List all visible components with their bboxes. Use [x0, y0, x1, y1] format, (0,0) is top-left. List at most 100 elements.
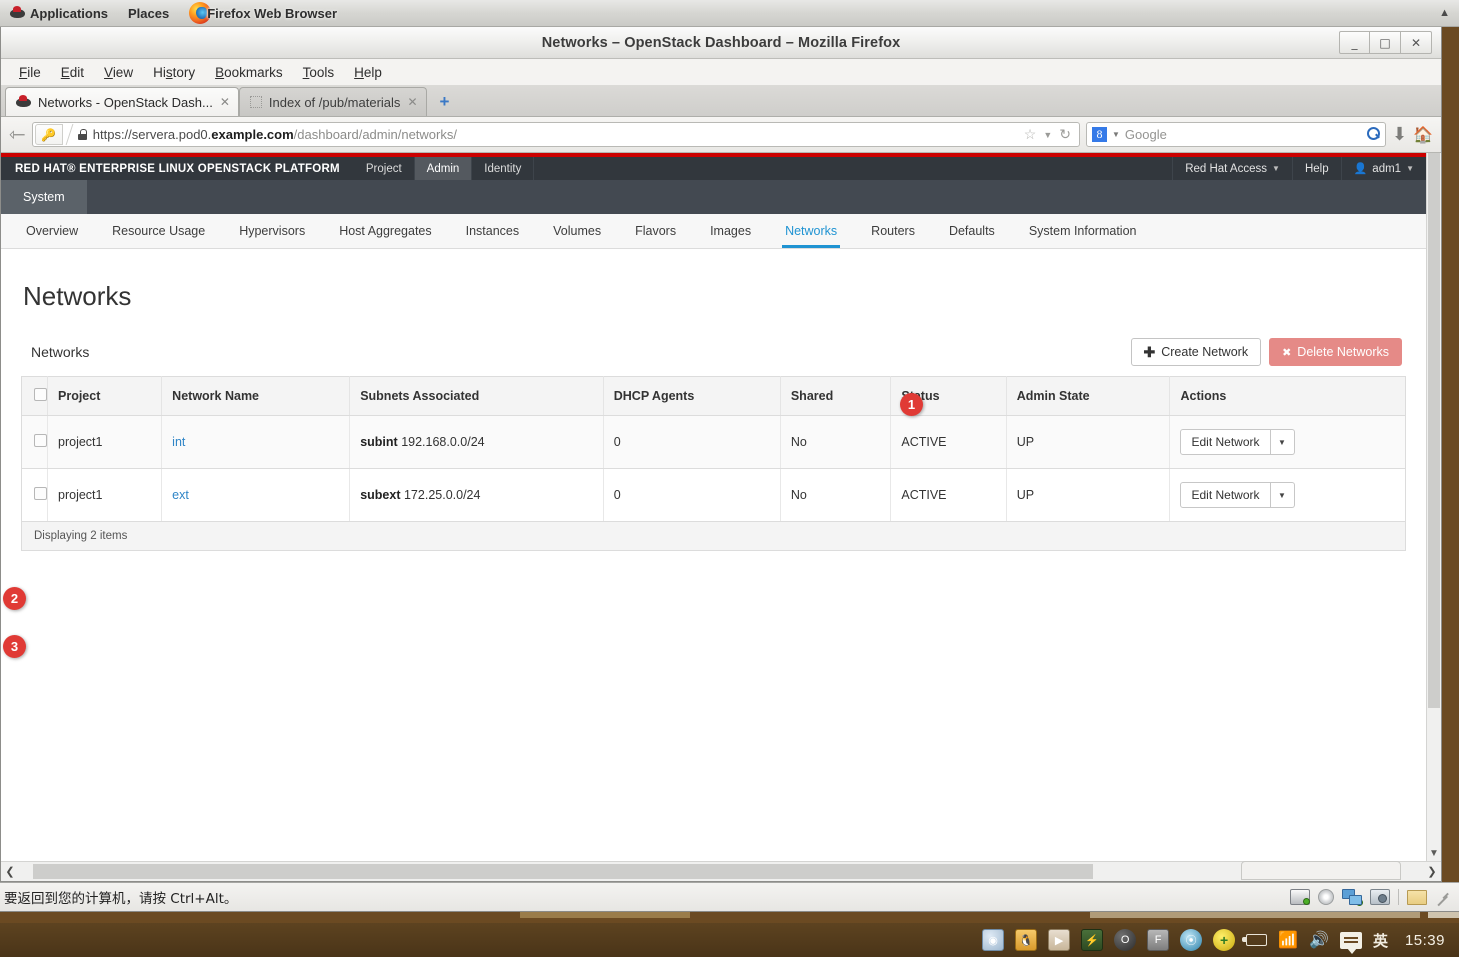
nav-admin[interactable]: Admin — [414, 157, 473, 180]
networks-table: Project Network Name Subnets Associated … — [21, 376, 1406, 522]
vertical-scrollbar-thumb[interactable] — [1428, 153, 1440, 708]
column-subnets-associated[interactable]: Subnets Associated — [349, 376, 604, 416]
tab-host-aggregates[interactable]: Host Aggregates — [322, 214, 448, 248]
nav-project[interactable]: Project — [354, 157, 415, 180]
redhat-access-menu[interactable]: Red Hat Access ▼ — [1172, 157, 1292, 180]
back-arrow-icon[interactable]: ⇽ — [9, 122, 26, 147]
qq-penguin-icon[interactable]: 🐧 — [1015, 929, 1038, 951]
network-link-ext[interactable]: ext — [172, 488, 189, 502]
column-shared[interactable]: Shared — [780, 376, 892, 416]
volume-icon[interactable]: 🔊 — [1309, 930, 1329, 950]
panel-system[interactable]: System — [1, 180, 87, 214]
chevron-left-icon[interactable]: ❮ — [1, 865, 19, 878]
delete-networks-button[interactable]: ✖ Delete Networks — [1269, 338, 1402, 366]
star-icon[interactable]: ☆ — [1024, 126, 1037, 143]
tab-instances[interactable]: Instances — [449, 214, 537, 248]
menu-view[interactable]: View — [94, 63, 143, 82]
taskbar-clock[interactable]: 15:39 — [1405, 932, 1445, 949]
column-network-name[interactable]: Network Name — [161, 376, 351, 416]
maximize-button[interactable]: □ — [1370, 31, 1401, 54]
chevron-down-icon[interactable]: ▼ — [1270, 482, 1295, 508]
f-key-icon[interactable]: F — [1147, 929, 1170, 951]
places-menu[interactable]: Places — [118, 0, 179, 27]
reload-icon[interactable]: ↻ — [1059, 126, 1071, 143]
cell-status: ACTIVE — [890, 468, 1007, 522]
tab-volumes[interactable]: Volumes — [536, 214, 618, 248]
home-icon[interactable]: 🏠 — [1413, 125, 1433, 145]
menu-edit[interactable]: Edit — [51, 63, 94, 82]
window-list-firefox[interactable]: Firefox Web Browser — [179, 0, 347, 27]
menu-file[interactable]: File — [9, 63, 51, 82]
edit-network-button[interactable]: Edit Network — [1180, 429, 1271, 455]
nvidia-icon[interactable]: ⚡ — [1081, 929, 1104, 951]
compass-icon[interactable]: ◉ — [982, 929, 1005, 951]
chevron-down-icon[interactable]: ▼ — [1112, 130, 1120, 139]
opera-icon[interactable]: O — [1114, 929, 1137, 951]
tab-flavors[interactable]: Flavors — [618, 214, 693, 248]
camera-icon[interactable] — [1370, 889, 1390, 905]
shared-folder-icon[interactable] — [1407, 889, 1427, 905]
column-admin-state[interactable]: Admin State — [1006, 376, 1171, 416]
edit-network-button[interactable]: Edit Network — [1180, 482, 1271, 508]
browser-icon[interactable]: ⦿ — [1180, 929, 1203, 951]
help-link[interactable]: Help — [1291, 157, 1341, 180]
select-all-checkbox[interactable] — [34, 388, 47, 401]
magnifier-icon[interactable] — [1366, 126, 1380, 143]
menu-bookmarks[interactable]: Bookmarks — [205, 63, 293, 82]
chevron-down-icon[interactable]: ▼ — [1043, 130, 1052, 140]
search-input[interactable]: Google — [1125, 127, 1167, 142]
table-footer: Displaying 2 items — [21, 522, 1406, 551]
ime-language-label[interactable]: 英 — [1373, 930, 1388, 951]
battery-icon[interactable] — [1242, 934, 1268, 946]
row-action-group: Edit Network ▼ — [1180, 482, 1295, 508]
cd-icon[interactable] — [1318, 889, 1334, 905]
ime-icon[interactable] — [1339, 931, 1362, 954]
column-dhcp-agents[interactable]: DHCP Agents — [603, 376, 781, 416]
tab-system-information[interactable]: System Information — [1012, 214, 1154, 248]
menu-help[interactable]: Help — [344, 63, 392, 82]
copy-files-icon[interactable]: ▶ — [1048, 929, 1071, 951]
column-project[interactable]: Project — [47, 376, 163, 416]
horizontal-scrollbar[interactable]: ❮ ❯ — [1, 860, 1441, 882]
tab-networks[interactable]: Networks — [768, 214, 854, 248]
close-icon[interactable]: ✕ — [407, 95, 417, 109]
network-link-int[interactable]: int — [172, 435, 185, 449]
row-checkbox[interactable] — [34, 434, 47, 447]
tab-hypervisors[interactable]: Hypervisors — [222, 214, 322, 248]
user-menu[interactable]: 👤 adm1 ▼ — [1340, 157, 1426, 180]
create-network-button[interactable]: ✚ Create Network — [1130, 338, 1262, 366]
new-tab-button[interactable]: + — [431, 89, 459, 115]
tab-overview[interactable]: Overview — [9, 214, 95, 248]
chevron-right-icon[interactable]: ❯ — [1423, 865, 1441, 878]
resize-grip-icon[interactable] — [1435, 890, 1449, 904]
chevron-down-icon[interactable]: ▼ — [1270, 429, 1295, 455]
chevron-up-icon[interactable]: ▲ — [1439, 7, 1459, 19]
row-checkbox[interactable] — [34, 487, 47, 500]
tab-defaults[interactable]: Defaults — [932, 214, 1012, 248]
applications-menu[interactable]: Applications — [0, 0, 118, 27]
url-bar[interactable]: 🔑 https://servera.pod0.example.com/dashb… — [31, 122, 1080, 147]
search-bar[interactable]: 8 ▼ Google — [1085, 122, 1386, 147]
hard-disk-icon[interactable] — [1290, 889, 1310, 905]
close-icon[interactable]: ✕ — [220, 95, 230, 109]
close-button[interactable]: ✕ — [1401, 31, 1432, 54]
download-arrow-icon[interactable]: ⬇ — [1392, 124, 1407, 145]
browser-tab-networks[interactable]: Networks - OpenStack Dash... ✕ — [5, 87, 239, 116]
tab-images[interactable]: Images — [693, 214, 768, 248]
horizontal-scrollbar-track[interactable] — [19, 860, 1423, 882]
google-icon[interactable]: 8 — [1091, 127, 1107, 142]
network-icon[interactable] — [1342, 889, 1363, 906]
vertical-scrollbar[interactable]: ▼ — [1426, 153, 1441, 861]
wifi-icon[interactable]: 📶 — [1278, 930, 1298, 950]
chevron-down-icon[interactable]: ▼ — [1427, 848, 1441, 859]
horizontal-scrollbar-thumb[interactable] — [33, 863, 1093, 879]
tab-routers[interactable]: Routers — [854, 214, 932, 248]
minimize-button[interactable]: _ — [1339, 31, 1370, 54]
menu-history[interactable]: History — [143, 63, 205, 82]
menu-tools[interactable]: Tools — [293, 63, 345, 82]
nav-identity[interactable]: Identity — [472, 157, 535, 180]
tab-resource-usage[interactable]: Resource Usage — [95, 214, 222, 248]
browser-tab-materials[interactable]: Index of /pub/materials ✕ — [238, 87, 427, 116]
update-icon[interactable] — [1213, 929, 1236, 951]
identity-key-icon[interactable]: 🔑 — [34, 124, 63, 145]
